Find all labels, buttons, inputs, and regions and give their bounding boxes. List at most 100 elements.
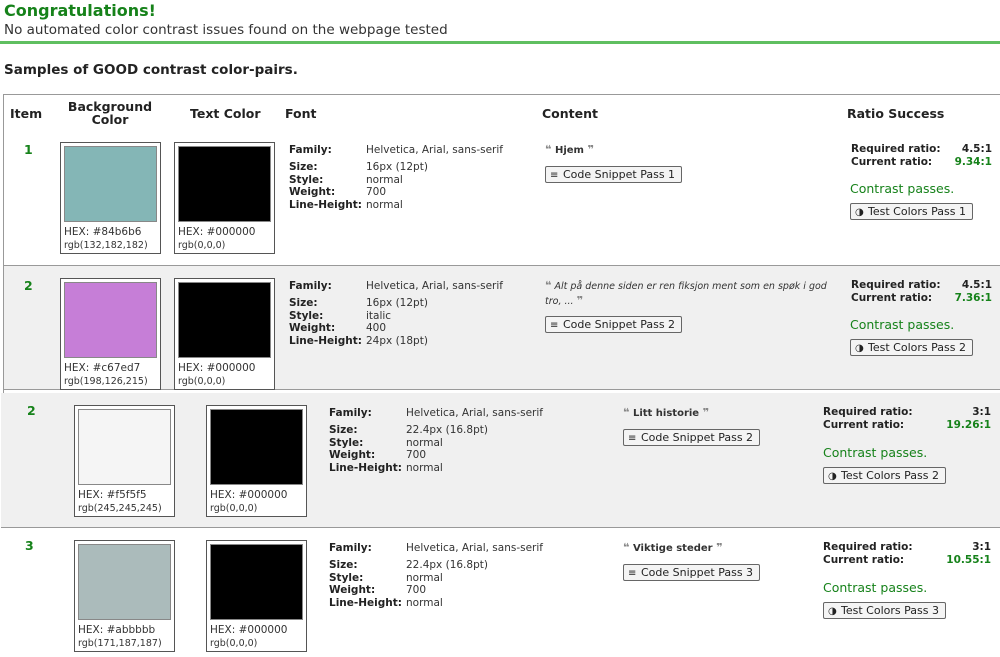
content-text: Viktige steder	[632, 543, 713, 554]
size-label: Size:	[329, 423, 358, 436]
code-snippet-button[interactable]: ≡ Code Snippet Pass 2	[545, 316, 683, 333]
test-colors-button[interactable]: ◑ Test Colors Pass 2	[850, 339, 973, 356]
item-number: 1	[24, 142, 33, 157]
font-weight-value: 700	[406, 449, 427, 462]
font-family-value: Helvetica, Arial, sans-serif	[366, 280, 503, 292]
code-snippet-label: Code Snippet Pass 3	[641, 566, 754, 579]
required-ratio-label: Required ratio:	[823, 541, 913, 553]
font-values: Helvetica, Arial, sans-serif 22.4px (16.…	[406, 407, 543, 475]
font-style-value: italic	[366, 309, 392, 322]
test-colors-button[interactable]: ◑ Test Colors Pass 3	[823, 602, 946, 619]
font-labels: Family: Size: Style: Weight: Line-Height…	[329, 407, 402, 475]
code-snippet-button[interactable]: ≡ Code Snippet Pass 3	[623, 564, 761, 581]
style-label: Style:	[289, 173, 324, 186]
content-sample: ❝ Viktige steder ❞	[623, 541, 723, 556]
style-label: Style:	[329, 436, 364, 449]
results-header: Congratulations! No automated color cont…	[0, 0, 1000, 44]
weight-label: Weight:	[329, 584, 376, 597]
required-ratio-value: 4.5:1	[961, 279, 992, 291]
background-swatch-card: HEX: #84b6b6 rgb(132,182,182)	[60, 142, 161, 254]
background-swatch-card: HEX: #abbbbb rgb(171,187,187)	[74, 540, 175, 652]
contrast-results-table: Item Background Color Text Color Font Co…	[1, 94, 1000, 657]
test-colors-label: Test Colors Pass 3	[841, 604, 939, 617]
size-label: Size:	[289, 160, 318, 173]
required-ratio-value: 3:1	[972, 541, 991, 553]
line-height-value: normal	[366, 199, 403, 212]
background-rgb: rgb(245,245,245)	[78, 503, 162, 514]
ratio-labels: Required ratio: Current ratio:	[851, 279, 941, 305]
code-snippet-label: Code Snippet Pass 2	[641, 431, 754, 444]
code-snippet-button[interactable]: ≡ Code Snippet Pass 2	[623, 429, 761, 446]
font-values: Helvetica, Arial, sans-serif 22.4px (16.…	[406, 542, 543, 610]
background-hex: HEX: #84b6b6	[64, 226, 142, 238]
contrast-result: Contrast passes.	[850, 181, 955, 196]
background-hex: HEX: #f5f5f5	[78, 489, 147, 501]
text-hex: HEX: #000000	[210, 624, 288, 636]
required-ratio-value: 3:1	[972, 406, 991, 418]
column-header-content: Content	[542, 106, 598, 121]
ratio-values: 4.5:1 7.36:1	[934, 279, 992, 305]
ratio-values: 4.5:1 9.34:1	[934, 143, 992, 169]
column-header-font: Font	[285, 106, 317, 121]
close-quote-icon: ❞	[716, 541, 723, 554]
text-hex: HEX: #000000	[178, 362, 256, 374]
text-hex: HEX: #000000	[178, 226, 256, 238]
family-label: Family:	[289, 280, 332, 292]
column-header-ratio: Ratio Success	[847, 106, 945, 121]
snippet-icon: ≡	[550, 170, 559, 181]
test-colors-label: Test Colors Pass 2	[841, 469, 939, 482]
required-ratio-label: Required ratio:	[851, 279, 941, 291]
background-rgb: rgb(198,126,215)	[64, 376, 148, 387]
size-label: Size:	[289, 296, 318, 309]
table-row: 2 HEX: #c67ed7 rgb(198,126,215) HEX: #00…	[4, 266, 1000, 390]
current-ratio-label: Current ratio:	[851, 156, 933, 168]
line-height-label: Line-Height:	[289, 199, 362, 212]
font-weight-value: 700	[406, 584, 427, 597]
font-labels: Family: Size: Style: Weight: Line-Height…	[329, 542, 402, 610]
item-number: 2	[27, 403, 36, 418]
text-rgb: rgb(0,0,0)	[178, 240, 226, 251]
open-quote-icon: ❝	[545, 143, 552, 156]
background-color-swatch	[78, 409, 171, 485]
line-height-label: Line-Height:	[289, 335, 362, 348]
contrast-result: Contrast passes.	[823, 580, 928, 595]
ratio-labels: Required ratio: Current ratio:	[851, 143, 941, 169]
code-snippet-button[interactable]: ≡ Code Snippet Pass 1	[545, 166, 683, 183]
content-text: Litt historie	[632, 408, 700, 419]
test-colors-label: Test Colors Pass 2	[868, 341, 966, 354]
text-color-swatch-card: HEX: #000000 rgb(0,0,0)	[206, 405, 307, 517]
style-label: Style:	[329, 571, 364, 584]
content-text: Alt på denne siden er ren fiksjon ment s…	[545, 281, 827, 307]
text-color-swatch-card: HEX: #000000 rgb(0,0,0)	[206, 540, 307, 652]
test-colors-button[interactable]: ◑ Test Colors Pass 1	[850, 203, 973, 220]
test-colors-button[interactable]: ◑ Test Colors Pass 2	[823, 467, 946, 484]
open-quote-icon: ❝	[545, 279, 552, 292]
font-family-value: Helvetica, Arial, sans-serif	[406, 542, 543, 554]
line-height-label: Line-Height:	[329, 462, 402, 475]
font-style-value: normal	[406, 571, 443, 584]
content-sample: ❝ Alt på denne siden er ren fiksjon ment…	[545, 279, 835, 309]
font-size-value: 16px (12pt)	[366, 296, 428, 309]
required-ratio-label: Required ratio:	[823, 406, 913, 418]
text-color-swatch	[178, 146, 271, 222]
column-header-item: Item	[10, 106, 43, 121]
text-rgb: rgb(0,0,0)	[178, 376, 226, 387]
font-family-value: Helvetica, Arial, sans-serif	[366, 144, 503, 156]
table-header: Item Background Color Text Color Font Co…	[4, 95, 1000, 131]
font-values: Helvetica, Arial, sans-serif 16px (12pt)…	[366, 280, 503, 348]
column-header-background: Background Color	[67, 99, 153, 127]
current-ratio-label: Current ratio:	[823, 554, 905, 566]
font-size-value: 16px (12pt)	[366, 160, 428, 173]
header-divider	[0, 41, 1000, 44]
table-row: 1 HEX: #84b6b6 rgb(132,182,182) HEX: #00…	[4, 130, 1000, 266]
style-label: Style:	[289, 309, 324, 322]
background-hex: HEX: #c67ed7	[64, 362, 141, 374]
font-values: Helvetica, Arial, sans-serif 16px (12pt)…	[366, 144, 503, 212]
table-row: 2 HEX: #f5f5f5 rgb(245,245,245) HEX: #00…	[1, 393, 1000, 528]
size-label: Size:	[329, 558, 358, 571]
background-rgb: rgb(132,182,182)	[64, 240, 148, 251]
font-size-value: 22.4px (16.8pt)	[406, 558, 488, 571]
results-subtitle: No automated color contrast issues found…	[4, 22, 448, 38]
text-color-swatch	[210, 409, 303, 485]
background-rgb: rgb(171,187,187)	[78, 638, 162, 649]
